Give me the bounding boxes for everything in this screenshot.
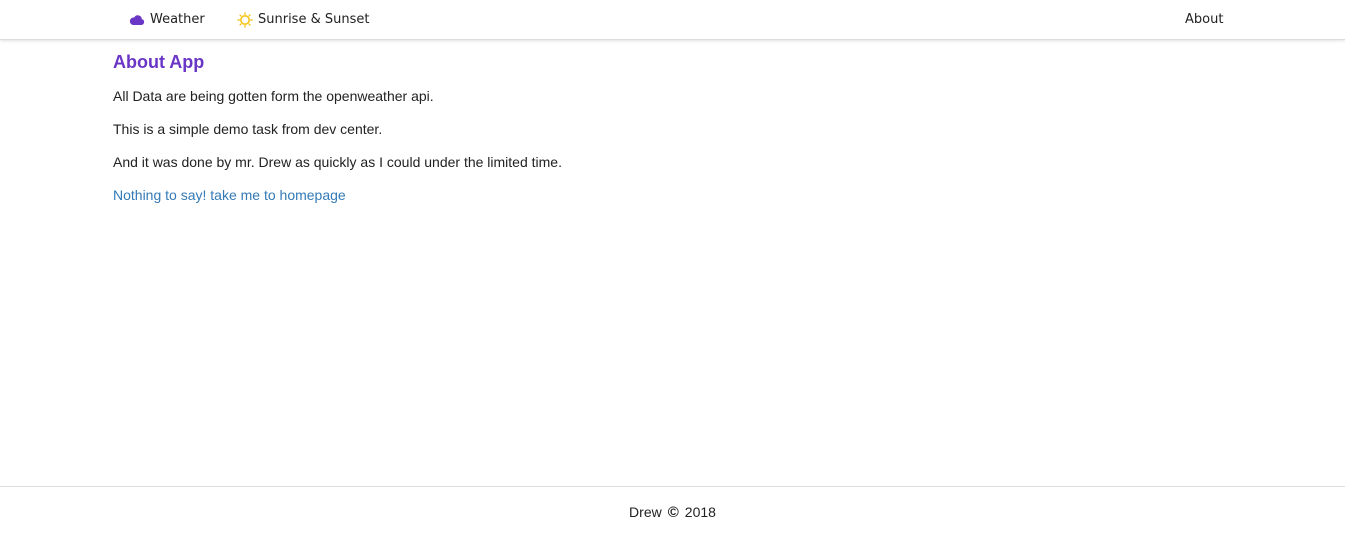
cloud-icon — [129, 12, 145, 28]
footer-author: Drew — [629, 504, 662, 520]
footer-year: 2018 — [684, 504, 716, 520]
about-paragraph: All Data are being gotten form the openw… — [113, 88, 434, 104]
nav-about-label: About — [1185, 12, 1224, 27]
top-navbar: Weather Sunrise & Sunset About — [0, 0, 1345, 40]
nav-weather-link[interactable]: Weather — [129, 0, 205, 39]
nav-weather-label: Weather — [150, 12, 205, 27]
copyright-icon: © — [667, 504, 679, 521]
footer: Drew © 2018 — [0, 486, 1345, 546]
nav-sunrise-sunset-label: Sunrise & Sunset — [258, 12, 370, 27]
page-title: About App — [113, 52, 205, 72]
about-paragraph: This is a simple demo task from dev cent… — [113, 121, 383, 137]
nav-sunrise-sunset-link[interactable]: Sunrise & Sunset — [237, 0, 369, 39]
sun-icon — [237, 11, 253, 28]
about-paragraph: And it was done by mr. Drew as quickly a… — [113, 154, 562, 170]
nav-about-link[interactable]: About — [1185, 0, 1223, 39]
footer-credit: Drew © 2018 — [0, 503, 1345, 522]
main-content: About App All Data are being gotten form… — [113, 50, 1113, 203]
about-page: Weather Sunrise & Sunset About About App… — [0, 0, 1345, 546]
homepage-link[interactable]: Nothing to say! take me to homepage — [113, 185, 346, 205]
